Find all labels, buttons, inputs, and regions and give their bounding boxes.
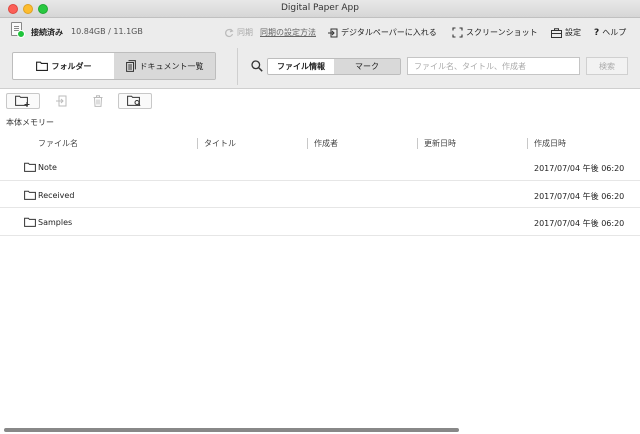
folder-icon [24,217,36,227]
screenshot-button[interactable]: スクリーンショット [452,27,538,38]
screenshot-icon [452,27,463,38]
sync-settings-label: 同期の設定方法 [260,28,316,37]
table-row[interactable]: Received 2017/07/04 午後 06:20 [0,181,640,208]
column-header-author[interactable]: 作成者 [314,138,338,149]
column-header-created[interactable]: 作成日時 [534,138,566,149]
column-resize-handle[interactable] [417,138,418,149]
search-mode-mark[interactable]: マーク [334,59,400,74]
connection-status: 接続済み [31,28,63,37]
question-icon: ? [594,27,600,38]
folder-icon [24,162,36,172]
file-table-header: ファイル名 タイトル 作成者 更新日時 作成日時 [0,135,640,151]
top-bar: 接続済み 10.84GB / 11.1GB 同期 同期の設定方法 デジタルペーパ… [0,18,640,44]
document-list-icon [125,60,136,72]
connection-status-dot [17,30,25,38]
storage-usage: 10.84GB / 11.1GB [71,27,143,36]
location-label: 本体メモリー [6,118,54,127]
toolbox-icon [551,27,562,38]
search-mode-file-info[interactable]: ファイル情報 [268,59,334,74]
search-mode-tabs: ファイル情報 マーク [267,58,401,75]
folder-icon [24,190,36,200]
column-header-filename[interactable]: ファイル名 [38,138,78,149]
help-label: ヘルプ [602,28,627,37]
column-header-title[interactable]: タイトル [204,138,236,149]
new-folder-icon [15,95,30,107]
sync-label: 同期 [237,28,253,37]
window-title: Digital Paper App [281,3,359,13]
row-filename: Note [38,163,57,172]
folder-search-icon [127,95,141,107]
column-resize-handle[interactable] [197,138,198,149]
file-actions-bar [0,89,640,113]
row-filename: Received [38,190,75,200]
insert-label: デジタルペーパーに入れる [341,28,437,37]
help-button[interactable]: ? ヘルプ [594,27,626,38]
view-toolbar: フォルダー ドキュメント一覧 ファイル情報 マーク 検索 [0,44,640,89]
file-list: Note 2017/07/04 午後 06:20 Received 2017/0… [0,153,640,236]
row-created: 2017/07/04 午後 06:20 [534,219,625,228]
sync-settings-link[interactable]: 同期の設定方法 [260,27,316,38]
tab-document-list-label: ドキュメント一覧 [139,61,204,71]
view-tabs: フォルダー ドキュメント一覧 [12,52,216,80]
tab-folder[interactable]: フォルダー [13,53,114,79]
new-folder-button[interactable] [6,93,40,109]
tab-folder-label: フォルダー [51,61,92,71]
app-window: Digital Paper App 接続済み 10.84GB / 11.1GB … [0,0,640,434]
move-icon [56,95,67,107]
move-button[interactable] [50,93,74,109]
settings-button[interactable]: 設定 [551,27,581,38]
tab-document-list[interactable]: ドキュメント一覧 [114,53,215,79]
delete-button[interactable] [86,93,110,109]
screenshot-label: スクリーンショット [466,28,538,37]
sync-button[interactable]: 同期 [224,27,253,38]
horizontal-scrollbar[interactable] [4,428,459,432]
search-icon [251,60,263,72]
column-resize-handle[interactable] [527,138,528,149]
insert-into-digital-paper-button[interactable]: デジタルペーパーに入れる [328,27,437,38]
row-created: 2017/07/04 午後 06:20 [534,191,625,201]
folder-icon [35,61,48,71]
sync-icon [225,28,234,37]
search-button[interactable]: 検索 [586,57,628,75]
table-row[interactable]: Note 2017/07/04 午後 06:20 [0,153,640,181]
toolbar-divider [237,48,238,85]
row-created: 2017/07/04 午後 06:20 [534,164,625,173]
column-header-modified[interactable]: 更新日時 [424,138,456,149]
search-input[interactable] [407,57,580,75]
insert-icon [328,28,338,37]
title-bar: Digital Paper App [0,0,640,18]
trash-icon [93,95,103,107]
table-row[interactable]: Samples 2017/07/04 午後 06:20 [0,208,640,236]
settings-label: 設定 [565,28,581,37]
column-resize-handle[interactable] [307,138,308,149]
folder-search-button[interactable] [118,93,152,109]
row-filename: Samples [38,218,73,227]
